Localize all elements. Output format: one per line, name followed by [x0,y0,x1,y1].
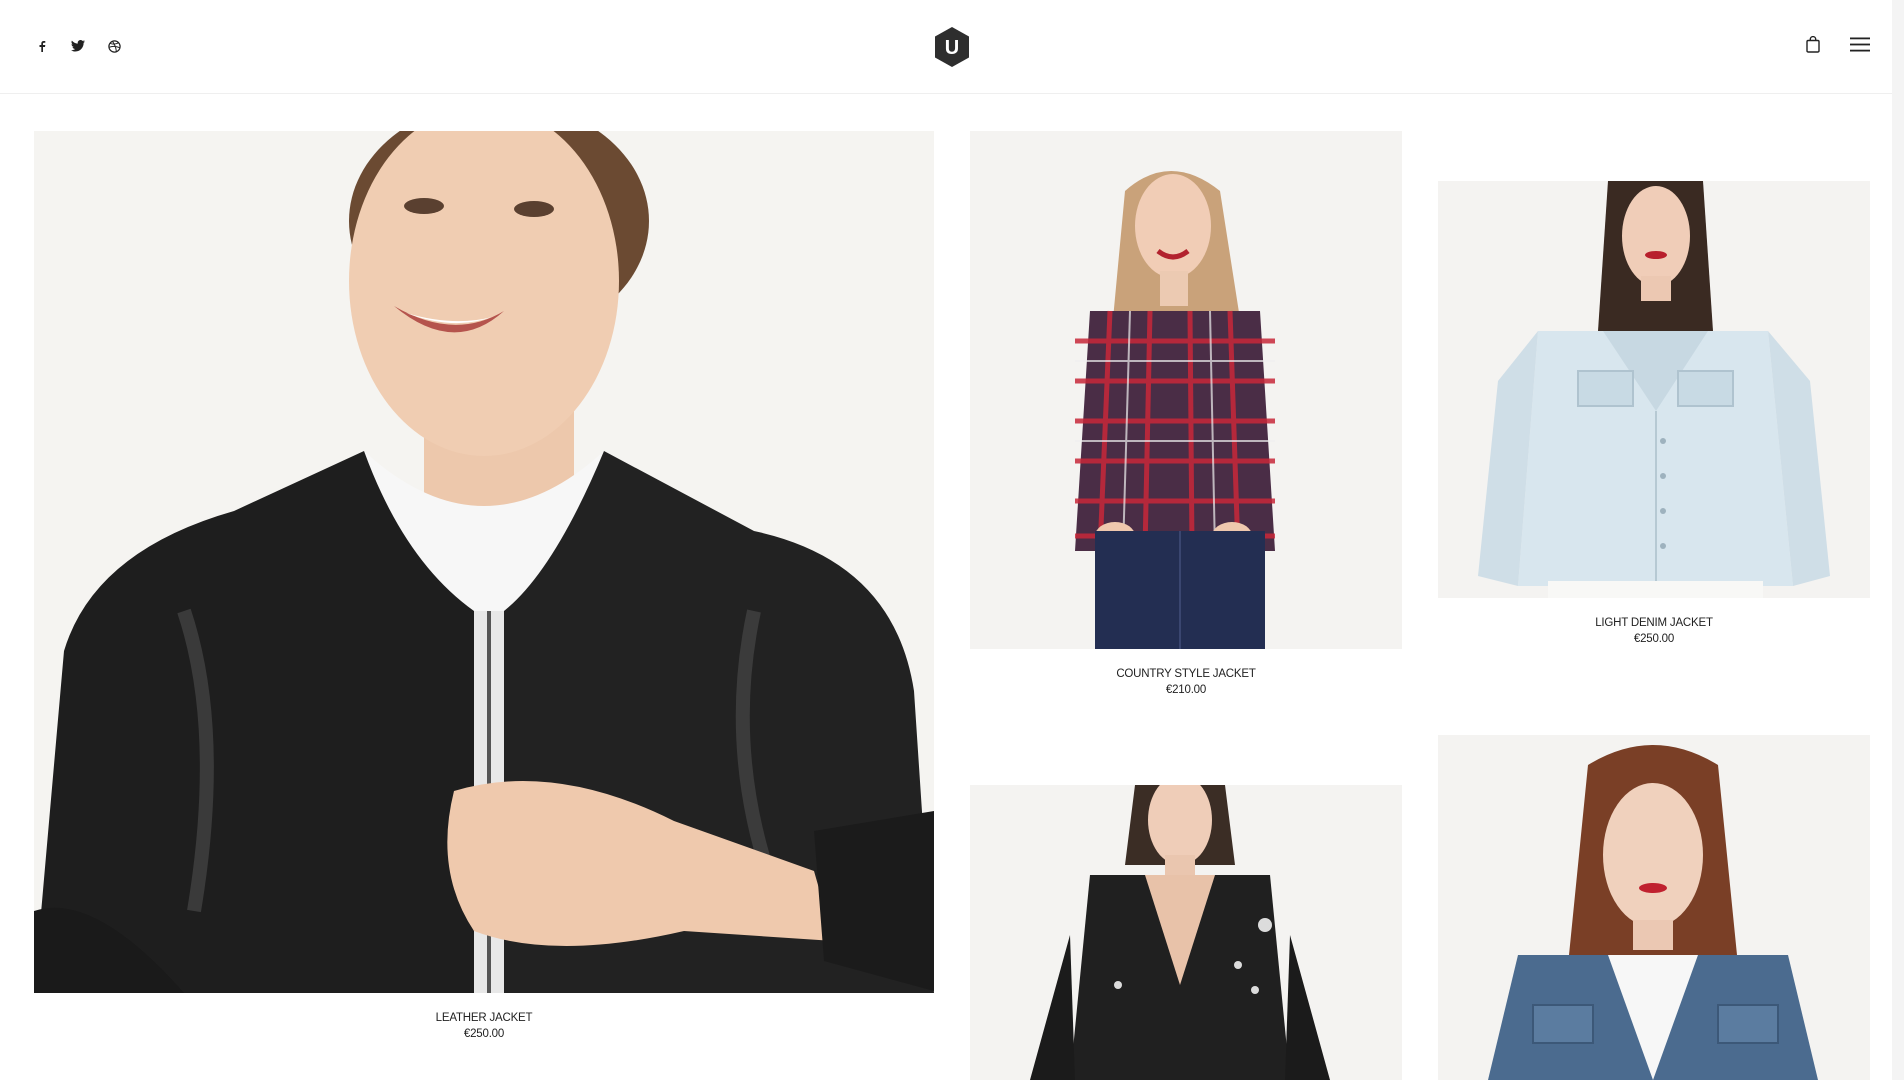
product-price: €210.00 [1165,684,1207,696]
product-name[interactable]: LEATHER JACKET [34,1010,934,1026]
product-image[interactable] [1438,181,1870,598]
product-price: €250.00 [463,1028,505,1040]
menu-icon[interactable] [1850,37,1870,52]
product-image[interactable] [970,785,1402,1080]
product-card[interactable]: LIGHT DENIM JACKET €250.00 [1438,181,1870,647]
facebook-icon[interactable] [34,38,50,54]
product-image[interactable] [1438,735,1870,1080]
site-header: U [0,0,1904,94]
dribbble-icon[interactable] [106,38,122,54]
product-price: €250.00 [1633,633,1675,645]
product-card[interactable] [970,785,1402,1080]
social-links [34,38,122,54]
logo-letter: U [945,37,959,59]
page-scrollbar[interactable] [1892,0,1904,1080]
header-actions [1806,36,1870,53]
product-caption: LEATHER JACKET €250.00 [34,1010,934,1042]
product-card[interactable]: LEATHER JACKET €250.00 [34,131,934,1042]
twitter-icon[interactable] [70,38,86,54]
product-card[interactable] [1438,735,1870,1080]
product-caption: LIGHT DENIM JACKET €250.00 [1438,615,1870,647]
product-image[interactable] [34,131,934,993]
product-caption: COUNTRY STYLE JACKET €210.00 [970,666,1402,698]
site-logo[interactable]: U [934,26,970,68]
product-image[interactable] [970,131,1402,649]
product-card[interactable]: COUNTRY STYLE JACKET €210.00 [970,131,1402,698]
product-name[interactable]: COUNTRY STYLE JACKET [970,666,1402,682]
shopping-bag-icon[interactable] [1806,36,1820,53]
product-name[interactable]: LIGHT DENIM JACKET [1438,615,1870,631]
